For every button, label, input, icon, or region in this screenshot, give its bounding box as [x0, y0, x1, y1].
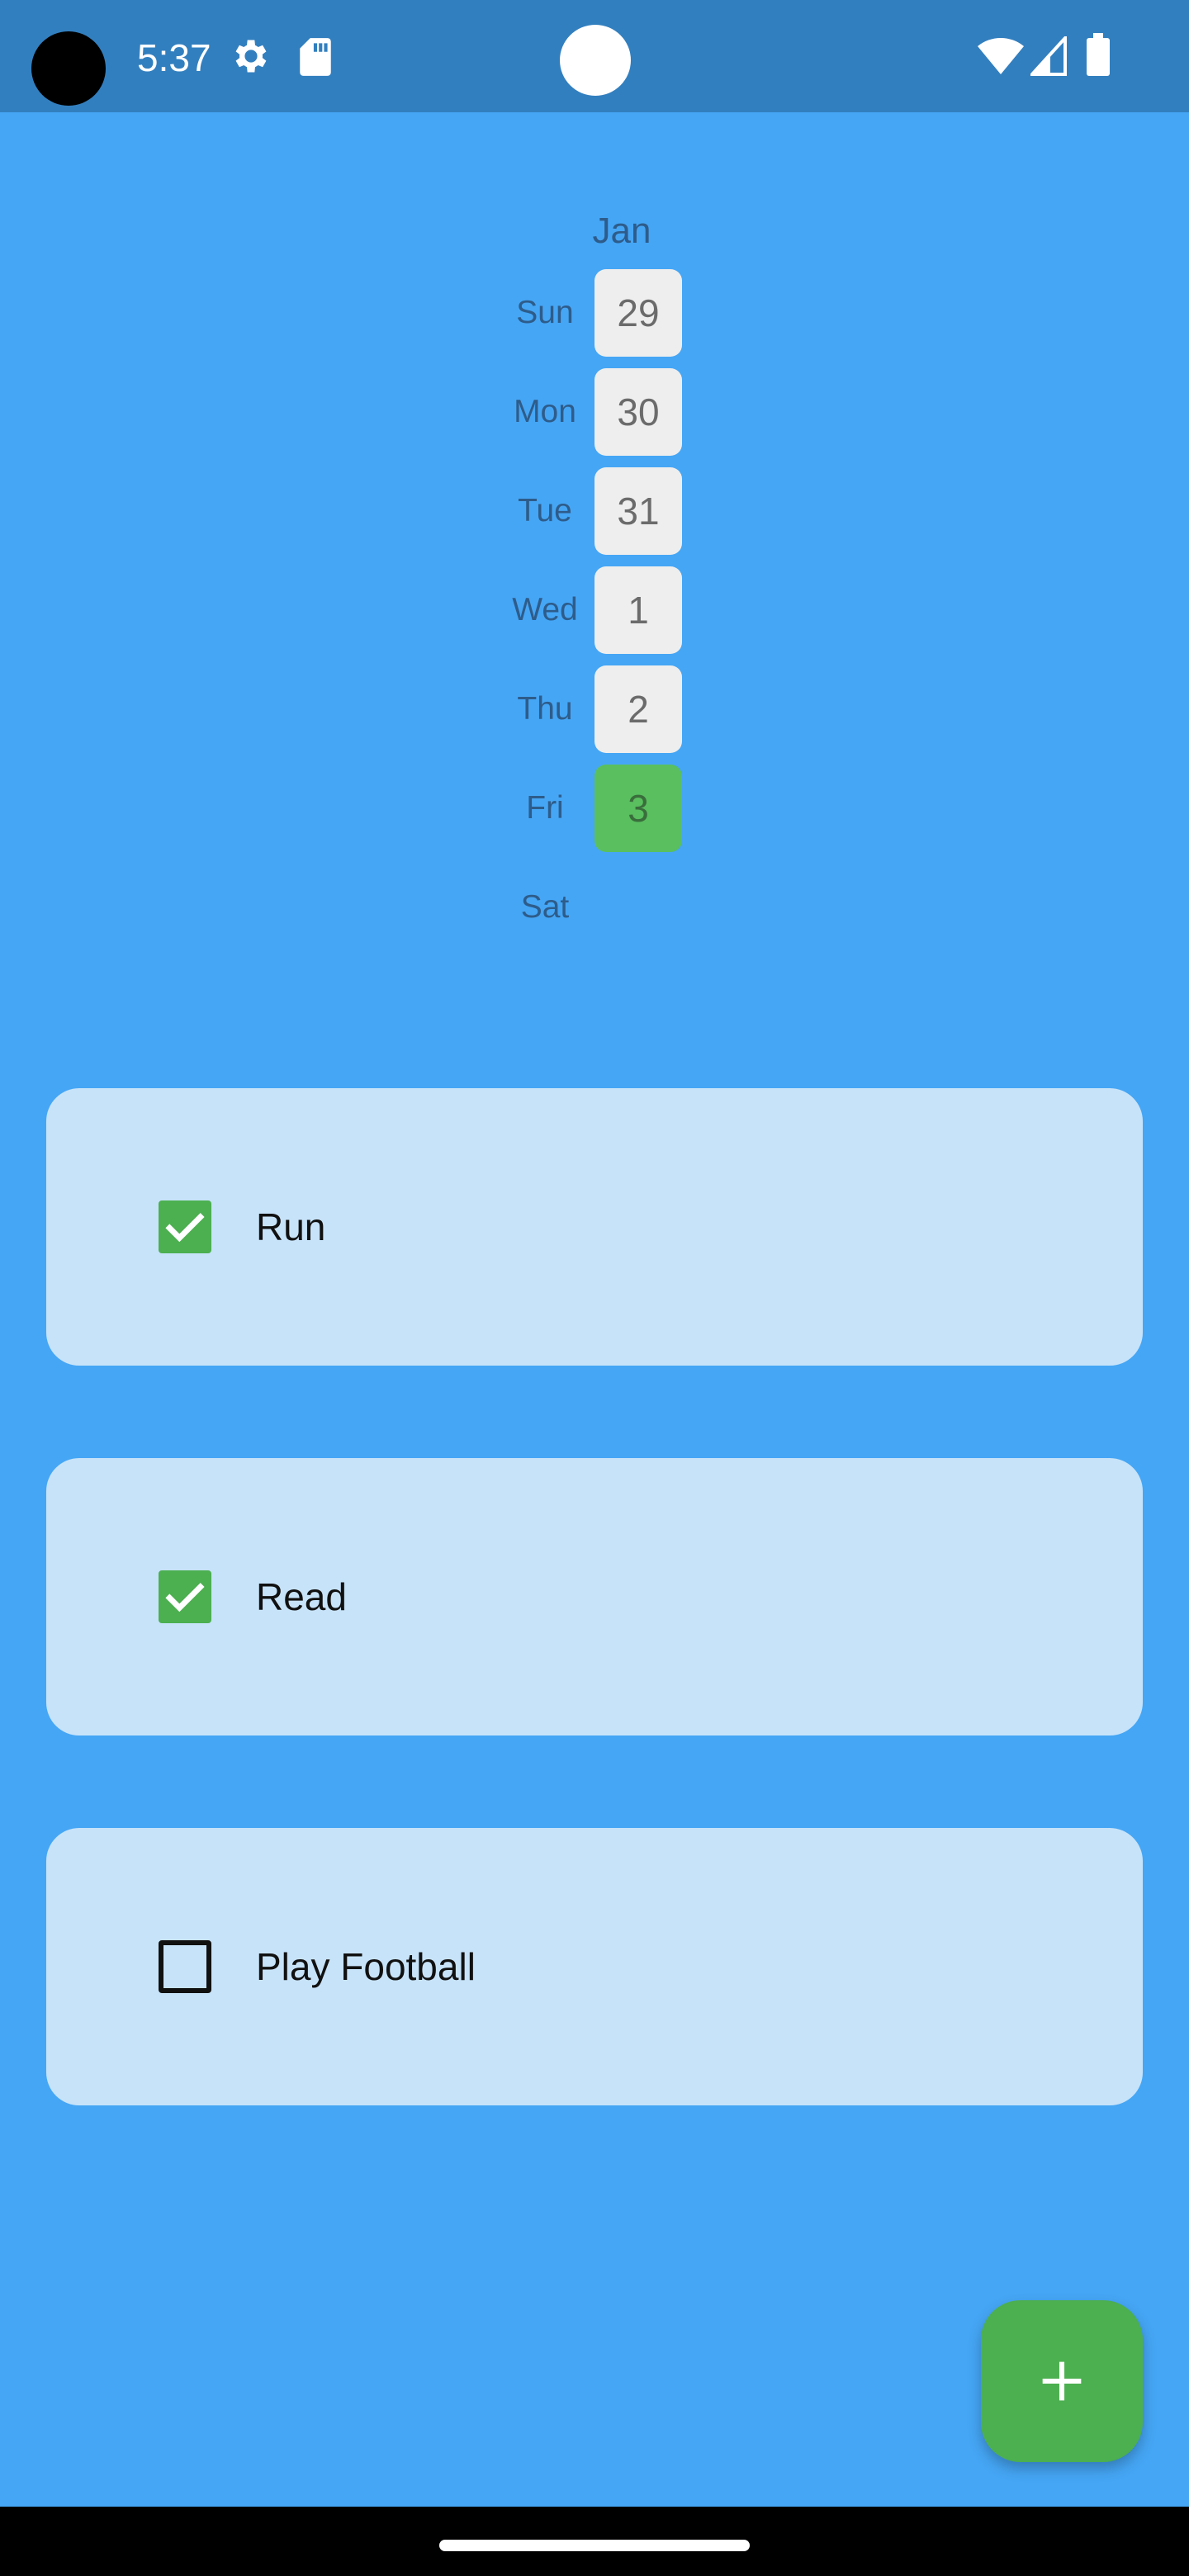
habit-card[interactable]: Run — [46, 1088, 1143, 1366]
habit-checkbox-checked[interactable] — [159, 1570, 211, 1623]
habit-label: Read — [256, 1575, 347, 1618]
habit-card[interactable]: Play Football — [46, 1828, 1143, 2105]
app-screen: 5:37 Jan Sun 29 Mon 30 Tue 31 Wed 1 Thu … — [0, 0, 1189, 2576]
day-name: Mon — [514, 394, 576, 429]
camera-cutout — [31, 31, 106, 106]
day-date[interactable]: 29 — [594, 269, 682, 357]
habit-label: Play Football — [256, 1945, 476, 1988]
day-row-sat: Sat — [495, 864, 694, 951]
front-sensor — [560, 25, 631, 96]
day-date-today[interactable]: 3 — [594, 765, 682, 852]
add-habit-button[interactable] — [981, 2300, 1143, 2462]
day-name: Sun — [516, 295, 574, 330]
status-bar: 5:37 — [0, 0, 1189, 112]
day-name: Fri — [526, 790, 564, 826]
day-row-sun[interactable]: Sun 29 — [495, 269, 694, 357]
home-gesture-handle[interactable] — [439, 2540, 750, 2551]
plus-icon — [1042, 2361, 1082, 2401]
habit-checkbox-unchecked[interactable] — [159, 1940, 211, 1993]
month-label: Jan — [592, 211, 651, 251]
wifi-icon — [978, 37, 1024, 74]
day-date[interactable]: 2 — [594, 665, 682, 753]
day-row-fri[interactable]: Fri 3 — [495, 765, 694, 852]
day-row-wed[interactable]: Wed 1 — [495, 566, 694, 654]
day-date[interactable]: 31 — [594, 467, 682, 555]
day-date[interactable]: 1 — [594, 566, 682, 654]
check-icon — [165, 1213, 205, 1243]
habit-checkbox-checked[interactable] — [159, 1200, 211, 1253]
habit-label: Run — [256, 1205, 326, 1248]
status-time: 5:37 — [137, 36, 211, 79]
system-navigation-bar — [0, 2507, 1189, 2576]
day-name: Tue — [518, 493, 572, 528]
habit-card[interactable]: Read — [46, 1458, 1143, 1735]
day-row-tue[interactable]: Tue 31 — [495, 467, 694, 555]
sd-card-icon — [300, 38, 331, 76]
check-icon — [165, 1583, 205, 1612]
battery-icon — [1087, 33, 1110, 76]
day-row-thu[interactable]: Thu 2 — [495, 665, 694, 753]
day-name: Thu — [517, 691, 573, 727]
settings-gear-icon — [235, 40, 267, 73]
day-row-mon[interactable]: Mon 30 — [495, 368, 694, 456]
day-date[interactable]: 30 — [594, 368, 682, 456]
cellular-signal-icon — [1030, 36, 1067, 76]
day-name: Sat — [520, 889, 570, 925]
day-name: Wed — [512, 592, 578, 627]
